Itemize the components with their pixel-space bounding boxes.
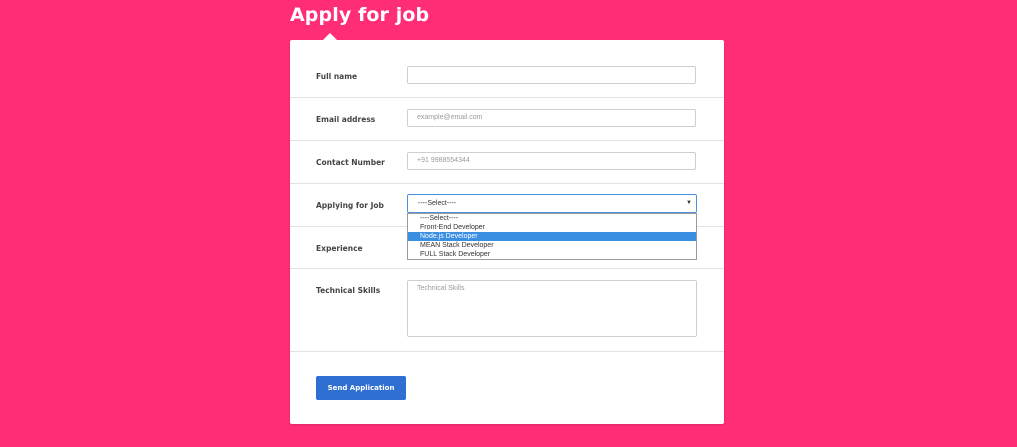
full-name-input[interactable] (407, 66, 696, 84)
job-option[interactable]: ----Select---- (408, 214, 696, 223)
job-option-highlighted[interactable]: Node.js Developer (408, 232, 696, 241)
card-pointer (323, 33, 337, 40)
job-dropdown-list: ----Select---- Front-End Developer Node.… (407, 213, 697, 260)
full-name-label: Full name (316, 72, 358, 81)
application-form: Full name Email address example@email.co… (290, 40, 724, 424)
email-input[interactable]: example@email.com (407, 109, 696, 127)
skills-label: Technical Skills (316, 286, 381, 295)
contact-row: Contact Number +91 9988554344 (290, 141, 724, 184)
chevron-down-icon: ▼ (686, 200, 692, 206)
skills-textarea[interactable]: Technical Skills (407, 280, 697, 337)
email-row: Email address example@email.com (290, 98, 724, 141)
full-name-row: Full name (290, 40, 724, 98)
page-title: Apply for job (290, 4, 430, 26)
job-option[interactable]: FULL Stack Developer (408, 250, 696, 259)
job-label: Applying for Job (316, 201, 384, 210)
email-label: Email address (316, 115, 376, 124)
experience-label: Experience (316, 244, 363, 253)
send-application-button[interactable]: Send Application (316, 376, 406, 400)
job-option[interactable]: MEAN Stack Developer (408, 241, 696, 250)
contact-input[interactable]: +91 9988554344 (407, 152, 696, 170)
job-select-value: ----Select---- (418, 200, 457, 207)
job-select[interactable]: ----Select---- ▼ (407, 194, 697, 213)
contact-label: Contact Number (316, 158, 385, 167)
job-option[interactable]: Front-End Developer (408, 223, 696, 232)
